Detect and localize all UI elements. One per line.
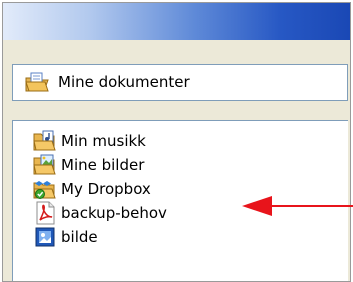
file-dialog-window: Mine dokumenter Min musikk Mine bilder M…: [2, 2, 351, 282]
dropbox-folder-icon: [33, 181, 56, 199]
dialog-panel: Mine dokumenter Min musikk Mine bilder M…: [3, 40, 350, 281]
list-item-label: My Dropbox: [61, 180, 151, 198]
music-folder-icon: [33, 130, 56, 151]
location-combobox[interactable]: Mine dokumenter: [12, 64, 348, 101]
list-item-label: Min musikk: [61, 132, 146, 150]
my-documents-folder-icon: [25, 72, 49, 92]
pictures-folder-icon: [33, 154, 56, 175]
image-file-icon: [35, 227, 55, 247]
location-value: Mine dokumenter: [58, 73, 190, 91]
title-bar: [3, 3, 350, 40]
list-item-label: bilde: [61, 228, 98, 246]
list-item-label: backup-behov: [61, 204, 167, 222]
list-item-label: Mine bilder: [61, 156, 145, 174]
pdf-file-icon: [36, 201, 55, 225]
red-arrow-annotation: [242, 196, 353, 216]
